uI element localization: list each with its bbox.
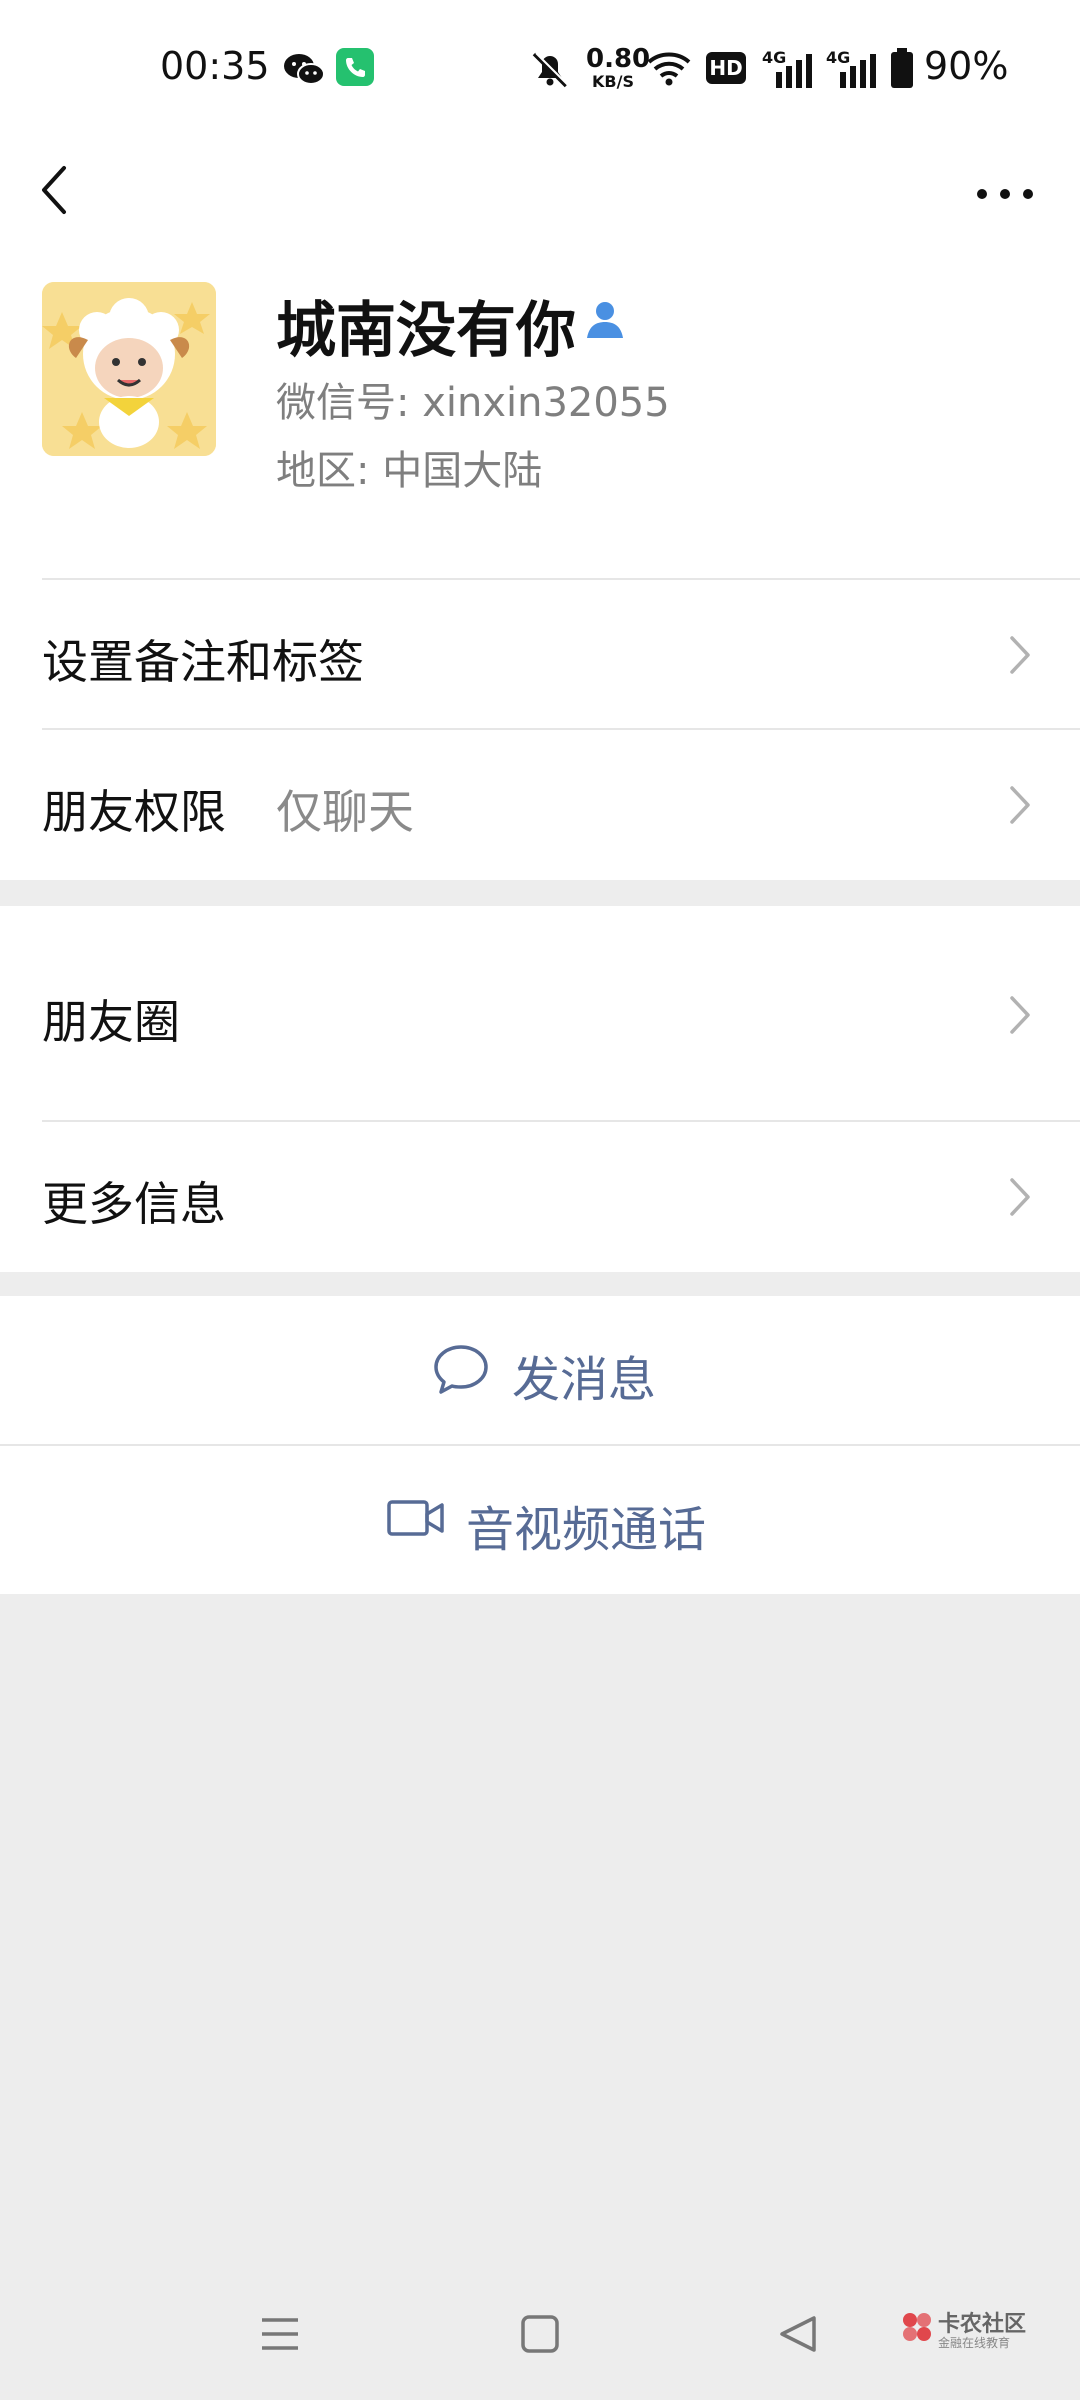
- more-info-label: 更多信息: [42, 1177, 226, 1231]
- wechat-id: 微信号: xinxin32055: [276, 380, 670, 426]
- status-bar: 00:35 0.80 KB/S HD 4G 4G 90%: [0, 0, 1080, 140]
- settings-section: 设置备注和标签 朋友权限 仅聊天: [0, 578, 1080, 880]
- back-nav-button[interactable]: [776, 2312, 820, 2356]
- moments-label: 朋友圈: [42, 995, 180, 1049]
- home-button[interactable]: [518, 2312, 562, 2356]
- more-button[interactable]: [970, 160, 1040, 220]
- network-speed: 0.80: [586, 44, 651, 74]
- wechat-notification-icon: [282, 50, 326, 90]
- triangle-back-icon: [780, 2316, 816, 2352]
- signal-strength-icon-1: [764, 54, 812, 88]
- signal-strength-icon-2: [828, 54, 876, 88]
- profile-card: 城南没有你 微信号: xinxin32055 地区: 中国大陆: [0, 240, 1080, 578]
- verified-contact-icon: [584, 298, 626, 342]
- profile-name: 城南没有你: [276, 296, 576, 366]
- send-message-button[interactable]: 发消息: [0, 1296, 1080, 1444]
- battery-icon: [890, 48, 914, 88]
- friend-permission-value: 仅聊天: [276, 785, 414, 839]
- network-speed-unit: KB/S: [592, 72, 634, 91]
- back-button[interactable]: [28, 160, 88, 220]
- more-horizontal-icon: [977, 189, 1033, 199]
- moments-section: 朋友圈 更多信息: [0, 906, 1080, 1272]
- menu-icon: [262, 2318, 298, 2350]
- chat-bubble-icon: [432, 1342, 490, 1396]
- phone-call-icon: [336, 48, 374, 86]
- video-call-label: 音视频通话: [466, 1502, 707, 1558]
- video-camera-icon: [386, 1496, 446, 1540]
- mute-bell-icon: [528, 48, 572, 90]
- battery-percentage: 90%: [924, 44, 1009, 88]
- region: 地区: 中国大陆: [276, 448, 543, 494]
- chevron-right-icon: [1008, 784, 1034, 826]
- chevron-right-icon: [1008, 1176, 1034, 1218]
- system-nav-bar: 卡农社区 金融在线教育: [0, 2270, 1080, 2400]
- remark-tag-row[interactable]: 设置备注和标签: [0, 580, 1080, 728]
- friend-permission-label: 朋友权限: [42, 785, 226, 839]
- menu-button[interactable]: [258, 2312, 302, 2356]
- status-time: 00:35: [160, 44, 270, 88]
- avatar[interactable]: [42, 282, 216, 456]
- video-call-button[interactable]: 音视频通话: [0, 1446, 1080, 1594]
- actions-section: 发消息 音视频通话: [0, 1296, 1080, 1594]
- wifi-icon: [646, 48, 692, 88]
- hd-badge: HD: [706, 52, 746, 84]
- friend-permission-row[interactable]: 朋友权限 仅聊天: [0, 730, 1080, 880]
- chevron-left-icon: [42, 166, 66, 214]
- remark-tag-label: 设置备注和标签: [42, 635, 364, 689]
- watermark-logo: [900, 2310, 934, 2344]
- pleasant-goat-avatar-icon: [42, 282, 216, 456]
- home-square-icon: [521, 2315, 559, 2353]
- header-bar: [0, 140, 1080, 240]
- send-message-label: 发消息: [512, 1352, 657, 1408]
- moments-row[interactable]: 朋友圈: [0, 906, 1080, 1120]
- chevron-right-icon: [1008, 634, 1034, 676]
- watermark-subtitle: 金融在线教育: [938, 2336, 1011, 2350]
- chevron-right-icon: [1008, 994, 1034, 1036]
- more-info-row[interactable]: 更多信息: [0, 1122, 1080, 1272]
